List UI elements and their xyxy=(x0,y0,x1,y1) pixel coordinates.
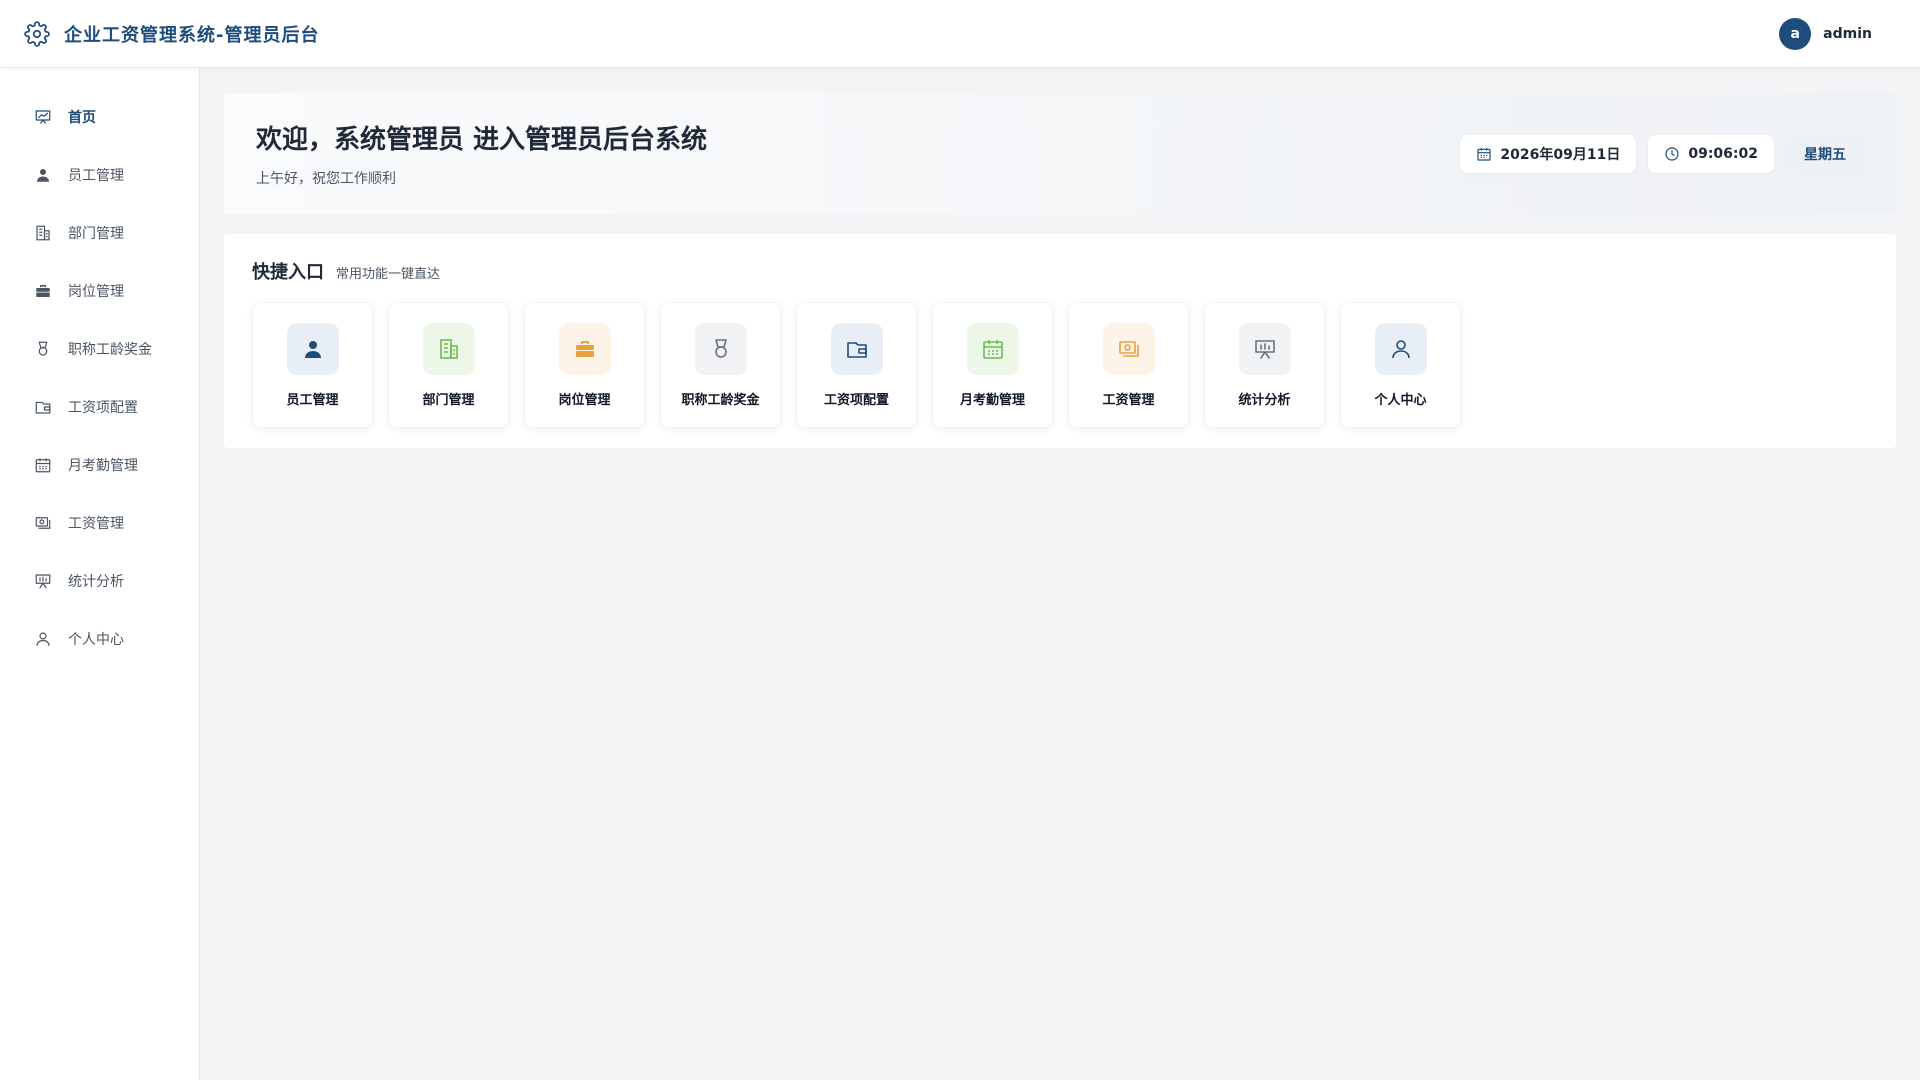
card-label: 月考勤管理 xyxy=(959,393,1025,408)
weekday-chip: 星期五 xyxy=(1786,134,1864,173)
quick-card-attendance[interactable]: 月考勤管理 xyxy=(932,302,1053,428)
quick-card-departments[interactable]: 部门管理 xyxy=(388,302,509,428)
building-icon xyxy=(439,339,458,359)
username[interactable]: admin xyxy=(1823,26,1872,42)
sidebar-item-label: 月考勤管理 xyxy=(68,458,138,474)
card-icon-bg xyxy=(1374,323,1427,375)
quick-card-salary[interactable]: 工资管理 xyxy=(1068,302,1189,428)
sidebar-item-label: 工资管理 xyxy=(68,516,124,532)
user-menu[interactable]: a admin xyxy=(1779,17,1872,50)
welcome-subtitle: 上午好，祝您工作顺利 xyxy=(256,171,396,187)
card-label: 员工管理 xyxy=(286,393,339,408)
clock-icon xyxy=(1665,146,1679,161)
sidebar-item-departments[interactable]: 部门管理 xyxy=(0,204,199,262)
calendar-icon xyxy=(1477,147,1492,161)
current-weekday: 星期五 xyxy=(1804,146,1846,163)
card-label: 工资管理 xyxy=(1102,393,1155,408)
chart-board-icon xyxy=(35,110,51,124)
date-time-chips: 2026年09月11日 09:06:02 星期五 xyxy=(1460,134,1864,173)
sidebar-item-label: 岗位管理 xyxy=(68,284,124,300)
sidebar-item-label: 首页 xyxy=(68,110,96,126)
card-icon-bg xyxy=(422,323,475,375)
top-bar: 企业工资管理系统-管理员后台 a admin xyxy=(0,0,1920,68)
sidebar-item-salary-items[interactable]: 工资项配置 xyxy=(0,378,199,436)
user-outline-icon xyxy=(1391,340,1410,359)
quick-card-profile[interactable]: 个人中心 xyxy=(1340,302,1461,428)
sidebar-item-home[interactable]: 首页 xyxy=(0,88,199,146)
briefcase-icon xyxy=(36,285,50,297)
quick-card-positions[interactable]: 岗位管理 xyxy=(524,302,645,428)
main-content: 欢迎，系统管理员 进入管理员后台系统 上午好，祝您工作顺利 2026年09月11… xyxy=(224,93,1896,448)
card-icon-bg xyxy=(286,323,339,375)
medal-icon xyxy=(714,339,727,358)
sidebar-item-label: 统计分析 xyxy=(68,574,124,590)
quick-card-employees[interactable]: 员工管理 xyxy=(252,302,373,428)
sidebar-item-salary[interactable]: 工资管理 xyxy=(0,494,199,552)
card-icon-bg xyxy=(1102,323,1155,375)
quick-access-subtitle: 常用功能一键直达 xyxy=(336,267,441,282)
card-label: 部门管理 xyxy=(422,393,475,408)
quick-access-cards: 员工管理 部门管理 岗位管理 职称工龄奖金 工资项配置 月考勤管理 工资管理 统… xyxy=(252,302,1868,428)
card-label: 个人中心 xyxy=(1374,393,1427,408)
card-icon-bg xyxy=(830,323,883,375)
sidebar-item-label: 工资项配置 xyxy=(68,400,138,416)
card-icon-bg xyxy=(558,323,611,375)
medal-icon xyxy=(38,341,48,356)
sidebar-item-employees[interactable]: 员工管理 xyxy=(0,146,199,204)
quick-card-title-bonus[interactable]: 职称工龄奖金 xyxy=(660,302,781,428)
sidebar: 首页 员工管理 部门管理 岗位管理 职称工龄奖金 工资项配置 月考勤管理 工资管… xyxy=(0,68,200,1080)
sidebar-item-label: 职称工龄奖金 xyxy=(68,342,152,358)
wallet-icon xyxy=(846,342,867,358)
money-icon xyxy=(35,517,51,529)
card-label: 岗位管理 xyxy=(558,393,611,408)
building-icon xyxy=(36,225,50,241)
money-icon xyxy=(1118,341,1139,357)
sidebar-item-title-bonus[interactable]: 职称工龄奖金 xyxy=(0,320,199,378)
quick-access-title: 快捷入口 xyxy=(252,262,324,283)
person-icon xyxy=(304,341,321,358)
user-outline-icon xyxy=(36,632,50,646)
quick-card-salary-items[interactable]: 工资项配置 xyxy=(796,302,917,428)
card-icon-bg xyxy=(1238,323,1291,375)
quick-access-panel: 快捷入口 常用功能一键直达 员工管理 部门管理 岗位管理 职称工龄奖金 工资项配… xyxy=(224,234,1896,448)
current-date: 2026年09月11日 xyxy=(1500,146,1621,163)
presentation-icon xyxy=(1254,340,1275,359)
brand: 企业工资管理系统-管理员后台 xyxy=(24,20,320,47)
card-icon-bg xyxy=(694,323,747,375)
sidebar-item-label: 部门管理 xyxy=(68,226,124,242)
time-chip: 09:06:02 xyxy=(1648,134,1774,173)
quick-card-statistics[interactable]: 统计分析 xyxy=(1204,302,1325,428)
briefcase-icon xyxy=(575,341,594,357)
sidebar-item-attendance[interactable]: 月考勤管理 xyxy=(0,436,199,494)
card-label: 职称工龄奖金 xyxy=(681,393,760,408)
current-time: 09:06:02 xyxy=(1688,145,1758,162)
gear-icon[interactable] xyxy=(24,20,50,47)
card-label: 工资项配置 xyxy=(823,393,889,408)
date-chip: 2026年09月11日 xyxy=(1460,134,1637,173)
calendar-icon xyxy=(982,340,1003,359)
sidebar-item-statistics[interactable]: 统计分析 xyxy=(0,552,199,610)
person-icon xyxy=(37,169,49,182)
welcome-title: 欢迎，系统管理员 进入管理员后台系统 xyxy=(256,125,708,155)
wallet-icon xyxy=(35,401,51,414)
presentation-icon xyxy=(35,574,51,589)
card-icon-bg xyxy=(966,323,1019,375)
app-title: 企业工资管理系统-管理员后台 xyxy=(64,24,320,46)
sidebar-item-label: 个人中心 xyxy=(68,632,124,648)
card-label: 统计分析 xyxy=(1238,393,1291,408)
calendar-icon xyxy=(35,458,51,473)
welcome-banner: 欢迎，系统管理员 进入管理员后台系统 上午好，祝您工作顺利 2026年09月11… xyxy=(224,93,1896,214)
sidebar-item-positions[interactable]: 岗位管理 xyxy=(0,262,199,320)
avatar[interactable]: a xyxy=(1779,17,1812,50)
sidebar-item-profile[interactable]: 个人中心 xyxy=(0,610,199,668)
sidebar-item-label: 员工管理 xyxy=(68,168,124,184)
